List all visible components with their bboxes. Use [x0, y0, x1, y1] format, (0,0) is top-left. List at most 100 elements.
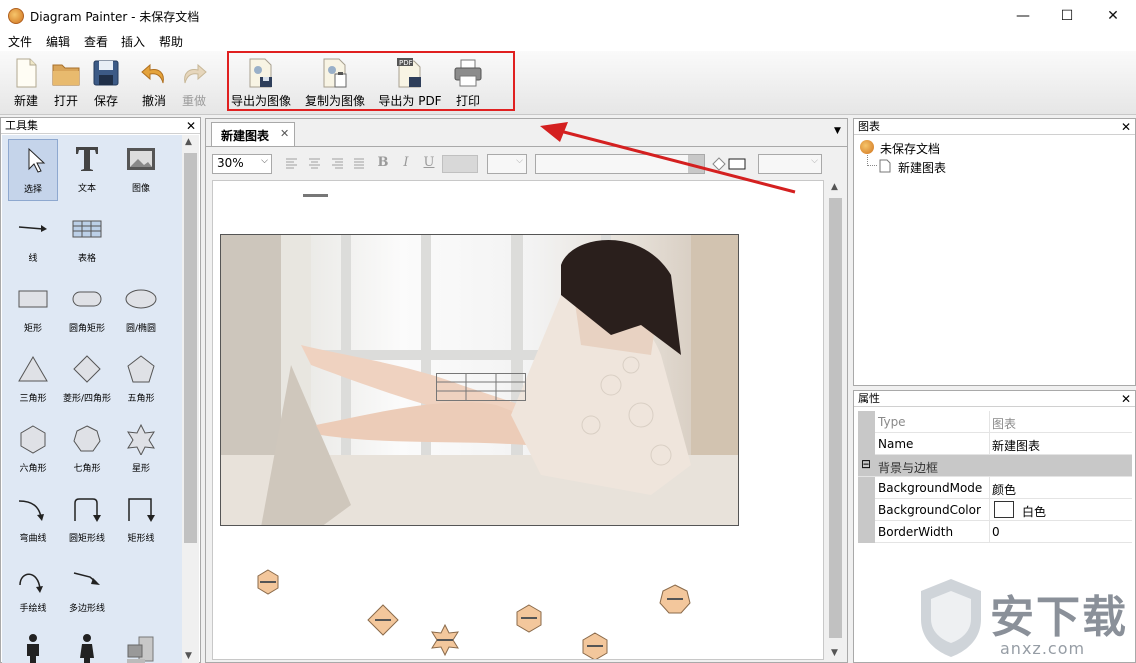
tool-text[interactable]: 文本: [62, 139, 112, 201]
app-icon: [8, 8, 24, 24]
prop-row-background-color[interactable]: BackgroundColor 白色: [858, 499, 1132, 521]
folder-open-icon: [52, 64, 80, 86]
new-button[interactable]: 新建: [8, 51, 44, 113]
tool-triangle[interactable]: 三角形: [8, 349, 58, 411]
undo-arrow-icon: [141, 63, 164, 84]
tab-close-icon[interactable]: ✕: [280, 127, 289, 140]
tool-line[interactable]: 线: [8, 209, 58, 271]
tree-child-chart[interactable]: 新建图表: [898, 159, 946, 176]
prop-row-background-mode[interactable]: BackgroundMode 颜色: [858, 477, 1132, 499]
rounded-rectangle-icon: [72, 291, 102, 307]
ellipse-icon: [125, 289, 157, 309]
shield-logo-icon: [921, 579, 981, 657]
image-icon: [127, 148, 155, 170]
window-title: Diagram Painter - 未保存文档: [30, 10, 200, 24]
align-buttons[interactable]: [284, 158, 364, 170]
close-button[interactable]: ✕: [1090, 0, 1136, 31]
tool-round-rect-line[interactable]: 圆矩形线: [62, 489, 112, 551]
redo-button[interactable]: 重做: [176, 51, 212, 113]
star-icon: [127, 423, 155, 455]
diagram-shapes[interactable]: [213, 561, 824, 660]
round-rect-line-icon: [74, 498, 101, 522]
tool-polyline[interactable]: 多边形线: [62, 559, 112, 621]
bold-button[interactable]: B: [374, 155, 392, 173]
highlight-box: [227, 51, 515, 111]
charts-panel: 图表 ✕ 未保存文档 新建图表: [853, 118, 1136, 386]
tool-diamond[interactable]: 菱形/四角形: [62, 349, 112, 411]
undo-button[interactable]: 撤消: [136, 51, 172, 113]
person-icon: [27, 634, 39, 663]
watermark-text: 安下载: [990, 592, 1128, 643]
tab-new-chart[interactable]: 新建图表 ✕: [211, 122, 295, 146]
canvas-vertical-scrollbar[interactable]: ▲ ▼: [827, 180, 844, 660]
charts-close-button[interactable]: ✕: [1121, 119, 1131, 135]
text-icon: [76, 147, 98, 171]
table-shape-overlay[interactable]: [436, 373, 526, 401]
prop-row-type[interactable]: Type 图表: [858, 411, 1132, 433]
open-button[interactable]: 打开: [48, 51, 84, 113]
menu-file[interactable]: 文件: [8, 33, 32, 50]
tool-heptagon[interactable]: 七角形: [62, 419, 112, 481]
rectangle-icon: [18, 290, 48, 308]
site-watermark: 安下载 anxz.com: [916, 575, 1136, 663]
tool-image[interactable]: 图像: [116, 139, 166, 201]
color-swatch[interactable]: [994, 501, 1014, 518]
menu-insert[interactable]: 插入: [121, 33, 145, 50]
tool-freehand-line[interactable]: 手绘线: [8, 559, 58, 621]
prop-row-border-width[interactable]: BorderWidth 0: [858, 521, 1132, 543]
minimize-button[interactable]: —: [1000, 0, 1046, 31]
rect-line-icon: [128, 498, 155, 522]
computer-icon: [127, 636, 154, 663]
tool-grid: 选择 文本 图像 线 表格 矩形 圆角矩形 圆/椭圆 三角形 菱形/四角形 五角…: [2, 135, 182, 663]
tool-rect-line[interactable]: 矩形线: [116, 489, 166, 551]
toolset-scroll-thumb[interactable]: [184, 153, 197, 543]
tool-rectangle[interactable]: 矩形: [8, 279, 58, 341]
tool-table[interactable]: 表格: [62, 209, 112, 271]
chart-page-icon: [879, 159, 891, 173]
tool-person-female[interactable]: [62, 629, 112, 663]
tool-star[interactable]: 星形: [116, 419, 166, 481]
menu-view[interactable]: 查看: [84, 33, 108, 50]
diagram-canvas[interactable]: [212, 180, 824, 660]
watermark-url: anxz.com: [1000, 639, 1086, 658]
menu-help[interactable]: 帮助: [159, 33, 183, 50]
tool-pentagon[interactable]: 五角形: [116, 349, 166, 411]
photo-image[interactable]: [220, 234, 739, 526]
document-icon: [860, 140, 874, 154]
pentagon-icon: [127, 355, 155, 383]
heptagon-icon: [73, 425, 101, 452]
properties-close-button[interactable]: ✕: [1121, 391, 1131, 407]
tool-select[interactable]: 选择: [8, 139, 58, 201]
italic-button[interactable]: I: [397, 155, 415, 173]
toolbar: 新建 打开 保存 撤消 重做 导出为图像 复制为图像 PDF 导出为 PDF 打…: [0, 51, 1136, 115]
toolset-close-button[interactable]: ✕: [186, 118, 196, 134]
tool-hexagon[interactable]: 六角形: [8, 419, 58, 481]
triangle-icon: [18, 356, 48, 382]
maximize-button[interactable]: ☐: [1044, 0, 1090, 31]
font-size-select[interactable]: ⌵: [487, 154, 527, 174]
prop-row-name[interactable]: Name 新建图表: [858, 433, 1132, 455]
prop-group-background-border[interactable]: ⊟ 背景与边框: [858, 455, 1132, 477]
tool-person-male[interactable]: [8, 629, 58, 663]
save-button[interactable]: 保存: [88, 51, 124, 113]
tool-ellipse[interactable]: 圆/椭圆: [116, 279, 166, 341]
arrow-line-icon: [18, 225, 47, 232]
menu-edit[interactable]: 编辑: [46, 33, 70, 50]
tool-curve-line[interactable]: 弯曲线: [8, 489, 58, 551]
title-bar: Diagram Painter - 未保存文档 — ☐ ✕: [0, 0, 1136, 31]
canvas-scroll-thumb[interactable]: [829, 198, 842, 638]
tree-root-document[interactable]: 未保存文档: [880, 140, 940, 157]
properties-panel-title: 属性 ✕: [854, 391, 1135, 407]
underline-button[interactable]: U: [420, 155, 438, 173]
text-color-swatch[interactable]: [442, 155, 478, 173]
tool-computer[interactable]: [116, 629, 166, 663]
group-collapse-icon[interactable]: ⊟: [861, 457, 871, 471]
zoom-select[interactable]: 30% ⌵: [212, 154, 272, 174]
tool-rounded-rectangle[interactable]: 圆角矩形: [62, 279, 112, 341]
table-icon: [72, 220, 102, 238]
toolset-scrollbar[interactable]: ▲ ▼: [182, 135, 199, 663]
floppy-disk-icon: [93, 60, 119, 86]
new-document-icon: [16, 58, 37, 88]
tab-list-dropdown[interactable]: ▼: [834, 126, 841, 136]
menu-bar: 文件 编辑 查看 插入 帮助: [0, 31, 1136, 51]
